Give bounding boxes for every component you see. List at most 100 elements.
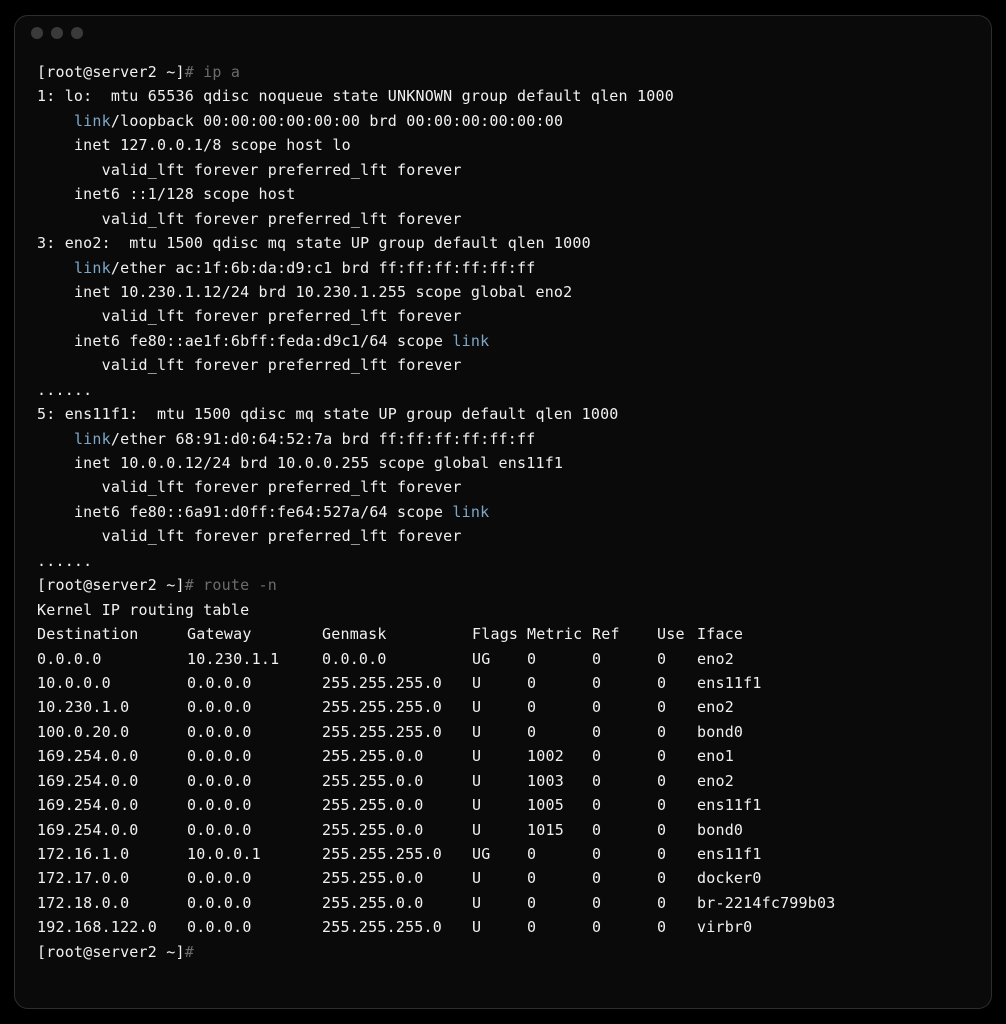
cell: 10.0.0.1	[187, 842, 322, 866]
cell: 1003	[527, 769, 592, 793]
route-rows: 0.0.0.010.230.1.10.0.0.0UG000eno2 10.0.0.…	[37, 647, 835, 940]
cell: 0	[592, 866, 657, 890]
cell: virbr0	[697, 915, 835, 939]
iface-header-eno2: 3: eno2: mtu 1500 qdisc mq state UP grou…	[37, 231, 969, 255]
minimize-icon[interactable]	[51, 27, 63, 39]
cell: 0	[657, 818, 697, 842]
table-row: 169.254.0.00.0.0.0255.255.0.0U100300eno2	[37, 769, 835, 793]
table-row: 10.230.1.00.0.0.0255.255.255.0U000eno2	[37, 695, 835, 719]
link-line: link/ether ac:1f:6b:da:d9:c1 brd ff:ff:f…	[37, 256, 969, 280]
table-row: 172.16.1.010.0.0.1255.255.255.0UG000ens1…	[37, 842, 835, 866]
terminal-window: [root@server2 ~]# ip a1: lo: mtu 65536 q…	[14, 15, 992, 1009]
route-table: DestinationGatewayGenmaskFlagsMetricRefU…	[37, 622, 835, 940]
cell: U	[472, 671, 527, 695]
cell: 0	[657, 842, 697, 866]
cell: 0	[657, 671, 697, 695]
table-row: 192.168.122.00.0.0.0255.255.255.0U000vir…	[37, 915, 835, 939]
cell: 0	[592, 720, 657, 744]
cell: 255.255.255.0	[322, 915, 472, 939]
link-word: link	[452, 332, 489, 350]
prompt-hash: #	[185, 63, 194, 81]
cell: U	[472, 793, 527, 817]
cell: 0.0.0.0	[187, 720, 322, 744]
inet6-line: inet6 fe80::6a91:d0ff:fe64:527a/64 scope…	[37, 500, 969, 524]
link-rest: /ether ac:1f:6b:da:d9:c1 brd ff:ff:ff:ff…	[111, 259, 536, 277]
cell: eno2	[697, 695, 835, 719]
cell: 172.16.1.0	[37, 842, 187, 866]
col-metric: Metric	[527, 622, 592, 646]
close-icon[interactable]	[31, 27, 43, 39]
cell: 0	[527, 695, 592, 719]
cell: 169.254.0.0	[37, 818, 187, 842]
cell: br-2214fc799b03	[697, 891, 835, 915]
inet6-line: inet6 ::1/128 scope host	[37, 182, 969, 206]
link-word: link	[74, 259, 111, 277]
cell: U	[472, 915, 527, 939]
col-use: Use	[657, 622, 697, 646]
cell: 0	[657, 720, 697, 744]
cell: 0	[592, 818, 657, 842]
maximize-icon[interactable]	[71, 27, 83, 39]
cell: eno2	[697, 647, 835, 671]
col-ref: Ref	[592, 622, 657, 646]
cell: eno1	[697, 744, 835, 768]
cell: eno2	[697, 769, 835, 793]
link-line: link/loopback 00:00:00:00:00:00 brd 00:0…	[37, 109, 969, 133]
cell: 0	[592, 695, 657, 719]
cell: 0.0.0.0	[187, 818, 322, 842]
cell: 0	[657, 744, 697, 768]
cell: 0	[592, 744, 657, 768]
cell: bond0	[697, 720, 835, 744]
table-row: 172.18.0.00.0.0.0255.255.0.0U000br-2214f…	[37, 891, 835, 915]
cell: 10.230.1.0	[37, 695, 187, 719]
prompt-user-host: [root@server2 ~]	[37, 63, 185, 81]
cell: 1002	[527, 744, 592, 768]
cell: 0	[527, 842, 592, 866]
cell: 255.255.255.0	[322, 671, 472, 695]
cell: 255.255.0.0	[322, 818, 472, 842]
cell: docker0	[697, 866, 835, 890]
cell: 0	[657, 647, 697, 671]
cell: 0.0.0.0	[187, 671, 322, 695]
iface-header-lo: 1: lo: mtu 65536 qdisc noqueue state UNK…	[37, 84, 969, 108]
inet-line: inet 127.0.0.1/8 scope host lo	[37, 133, 969, 157]
valid-line: valid_lft forever preferred_lft forever	[37, 353, 969, 377]
cell: ens11f1	[697, 671, 835, 695]
cell: 0	[592, 793, 657, 817]
prompt-user-host: [root@server2 ~]	[37, 576, 185, 594]
cell: U	[472, 818, 527, 842]
cell: ens11f1	[697, 793, 835, 817]
inet-line: inet 10.0.0.12/24 brd 10.0.0.255 scope g…	[37, 451, 969, 475]
table-row: 169.254.0.00.0.0.0255.255.0.0U100200eno1	[37, 744, 835, 768]
cell: 255.255.0.0	[322, 793, 472, 817]
cell: U	[472, 866, 527, 890]
inet-line: inet 10.230.1.12/24 brd 10.230.1.255 sco…	[37, 280, 969, 304]
cell: 192.168.122.0	[37, 915, 187, 939]
cell: 0	[527, 891, 592, 915]
cell: 1005	[527, 793, 592, 817]
terminal-output[interactable]: [root@server2 ~]# ip a1: lo: mtu 65536 q…	[15, 50, 991, 1008]
valid-line: valid_lft forever preferred_lft forever	[37, 207, 969, 231]
cell: 0	[657, 695, 697, 719]
cell: 0	[657, 769, 697, 793]
prompt-line: [root@server2 ~]#	[37, 940, 969, 964]
cell: 1015	[527, 818, 592, 842]
cell: 0.0.0.0	[187, 695, 322, 719]
cell: 0.0.0.0	[187, 793, 322, 817]
col-gateway: Gateway	[187, 622, 322, 646]
route-title: Kernel IP routing table	[37, 598, 969, 622]
link-rest: /loopback 00:00:00:00:00:00 brd 00:00:00…	[111, 112, 563, 130]
col-iface: Iface	[697, 622, 835, 646]
valid-line: valid_lft forever preferred_lft forever	[37, 158, 969, 182]
inet6-line: inet6 fe80::ae1f:6bff:feda:d9c1/64 scope…	[37, 329, 969, 353]
table-row: 0.0.0.010.230.1.10.0.0.0UG000eno2	[37, 647, 835, 671]
cell: 0	[592, 891, 657, 915]
cell: U	[472, 744, 527, 768]
cell: 0	[527, 720, 592, 744]
cell: 0.0.0.0	[187, 915, 322, 939]
cell: 0	[592, 647, 657, 671]
cell: 0	[657, 866, 697, 890]
cell: 0.0.0.0	[187, 891, 322, 915]
route-header-row: DestinationGatewayGenmaskFlagsMetricRefU…	[37, 622, 835, 646]
link-rest: /ether 68:91:d0:64:52:7a brd ff:ff:ff:ff…	[111, 430, 536, 448]
